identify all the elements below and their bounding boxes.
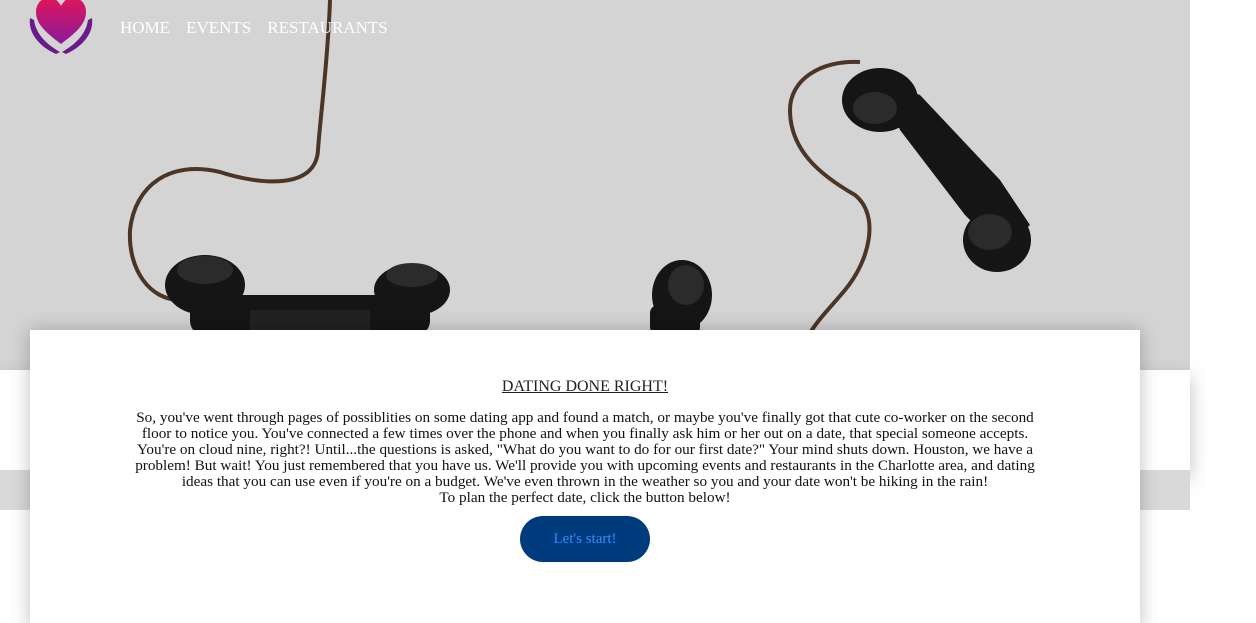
hero-image [0,0,1190,370]
heart-hands-logo-icon[interactable] [26,0,96,58]
nav-home[interactable]: HOME [120,18,170,38]
nav-events[interactable]: EVENTS [186,18,251,38]
nav-restaurants[interactable]: RESTAURANTS [267,18,388,38]
telephone-illustration [127,0,1031,370]
page: HOME EVENTS RESTAURANTS DATING DONE RIGH… [0,0,1256,623]
lets-start-button[interactable]: Let's start! [520,516,650,562]
intro-body: So, you've went through pages of possibl… [135,409,1035,490]
intro-card: DATING DONE RIGHT! So, you've went throu… [30,330,1140,623]
main-nav: HOME EVENTS RESTAURANTS [120,18,388,38]
cta-text: To plan the perfect date, click the butt… [439,489,731,506]
intro-title: DATING DONE RIGHT! [501,378,669,395]
